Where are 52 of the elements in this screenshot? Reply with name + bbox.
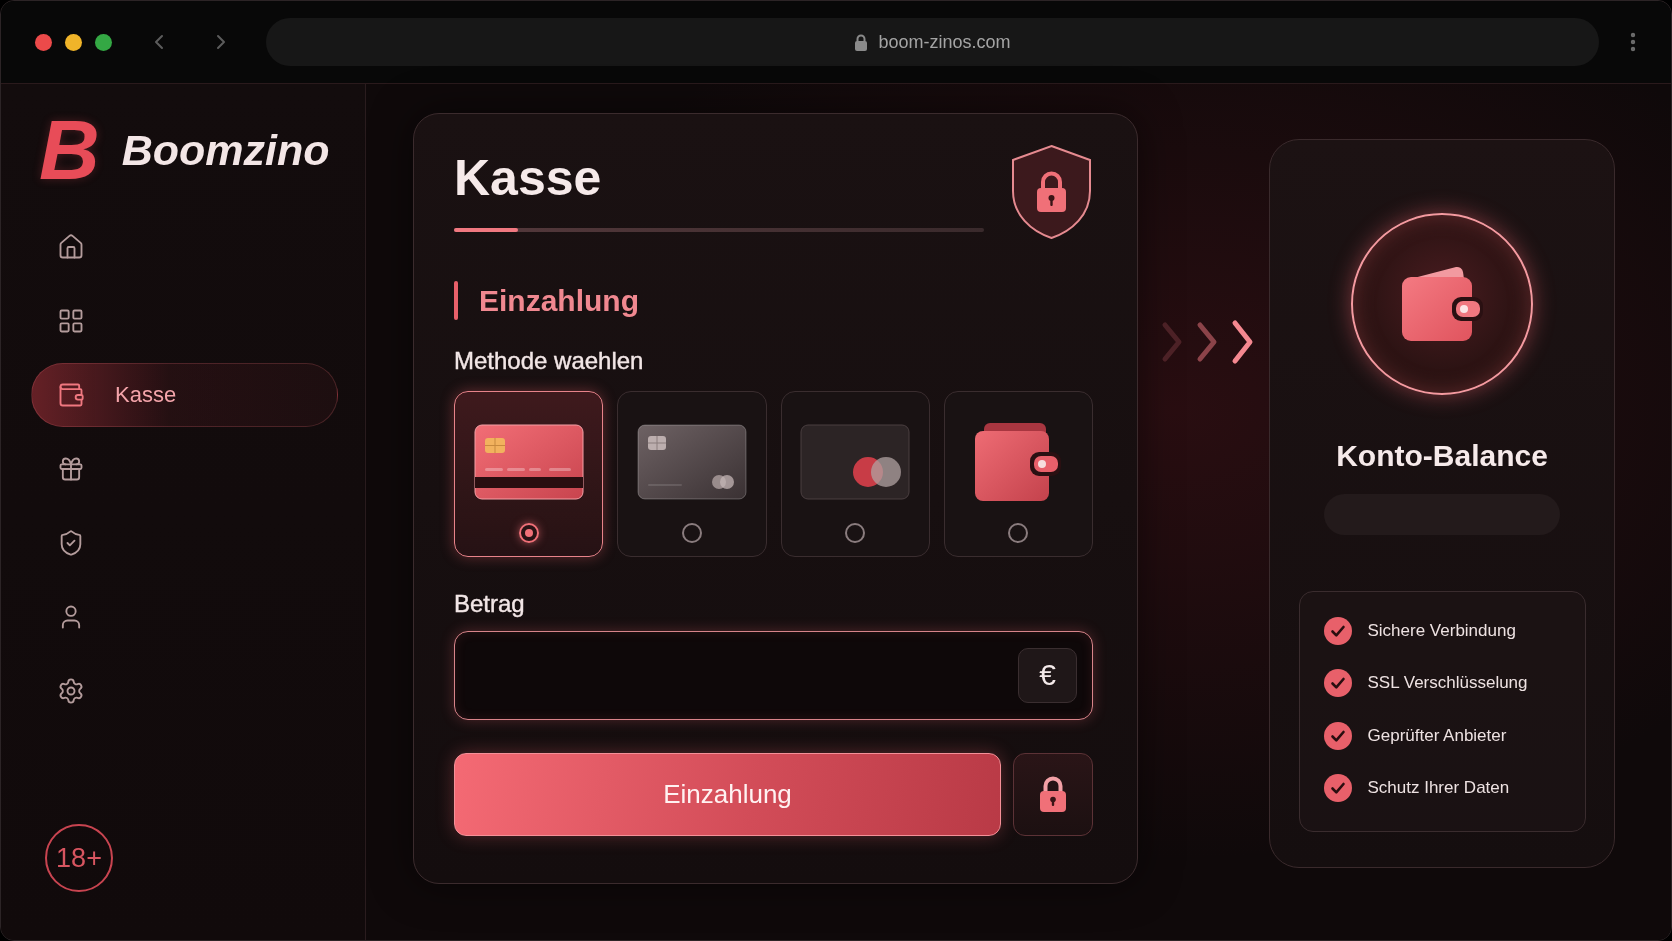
method-label: Methode waehlen xyxy=(454,347,644,375)
payment-method-tile[interactable] xyxy=(943,391,1093,557)
logo-text: Boomzino xyxy=(121,128,330,172)
check-icon xyxy=(1323,721,1352,750)
balance-title: Konto-Balance xyxy=(1336,438,1548,474)
circles-card-icon xyxy=(800,424,911,500)
url-text: boom-zinos.com xyxy=(878,31,1011,53)
address-bar[interactable]: boom-zinos.com xyxy=(266,18,1599,66)
amount-label: Betrag xyxy=(454,590,525,618)
home-icon xyxy=(57,233,85,261)
feature-label: Schutz Ihrer Daten xyxy=(1367,777,1510,798)
window-close-button[interactable] xyxy=(35,33,52,51)
bank-card-icon xyxy=(473,424,584,500)
check-icon xyxy=(1323,669,1352,698)
chip-card-icon xyxy=(636,424,747,500)
payment-method-tile[interactable] xyxy=(617,391,767,557)
payment-method-tile[interactable] xyxy=(454,391,604,557)
sidebar-item[interactable] xyxy=(57,307,85,335)
page-title: Kasse xyxy=(454,153,602,203)
amount-field[interactable]: € xyxy=(454,631,1093,720)
section-title: Einzahlung xyxy=(479,283,639,318)
grid-icon xyxy=(57,307,85,335)
wallet-icon xyxy=(57,381,85,409)
radio-button[interactable] xyxy=(1008,523,1029,543)
age-badge: 18+ xyxy=(45,824,113,892)
lock-button[interactable] xyxy=(1013,752,1093,836)
wallet-icon xyxy=(974,422,1063,502)
radio-button[interactable] xyxy=(518,523,539,543)
feature-label: SSL Verschlüsselung xyxy=(1367,673,1528,694)
sidebar-item[interactable] xyxy=(57,455,85,483)
currency-tag: € xyxy=(1018,647,1077,703)
window-minimize-button[interactable] xyxy=(65,33,82,51)
settings-icon xyxy=(57,677,85,705)
wallet-icon xyxy=(1351,213,1533,395)
radio-button[interactable] xyxy=(681,523,702,543)
lock-icon xyxy=(854,33,869,51)
sidebar-item[interactable]: Kasse xyxy=(31,363,338,427)
radio-button[interactable] xyxy=(845,523,866,543)
check-icon xyxy=(1323,617,1352,646)
gift-icon xyxy=(57,455,85,483)
sidebar-item[interactable] xyxy=(57,233,85,261)
shield-lock-icon xyxy=(1010,144,1093,240)
deposit-button[interactable]: Einzahlung xyxy=(454,752,1001,836)
logo-mark: B xyxy=(39,108,100,192)
check-icon xyxy=(1323,773,1352,802)
lock-icon xyxy=(1038,776,1068,813)
chevrons-icon xyxy=(1160,319,1254,365)
window-maximize-button[interactable] xyxy=(95,33,112,51)
sidebar-item[interactable] xyxy=(57,677,85,705)
feature-label: Sichere Verbindung xyxy=(1367,621,1516,642)
payment-method-tile[interactable] xyxy=(780,391,930,557)
feature-label: Geprüfter Anbieter xyxy=(1367,725,1507,746)
